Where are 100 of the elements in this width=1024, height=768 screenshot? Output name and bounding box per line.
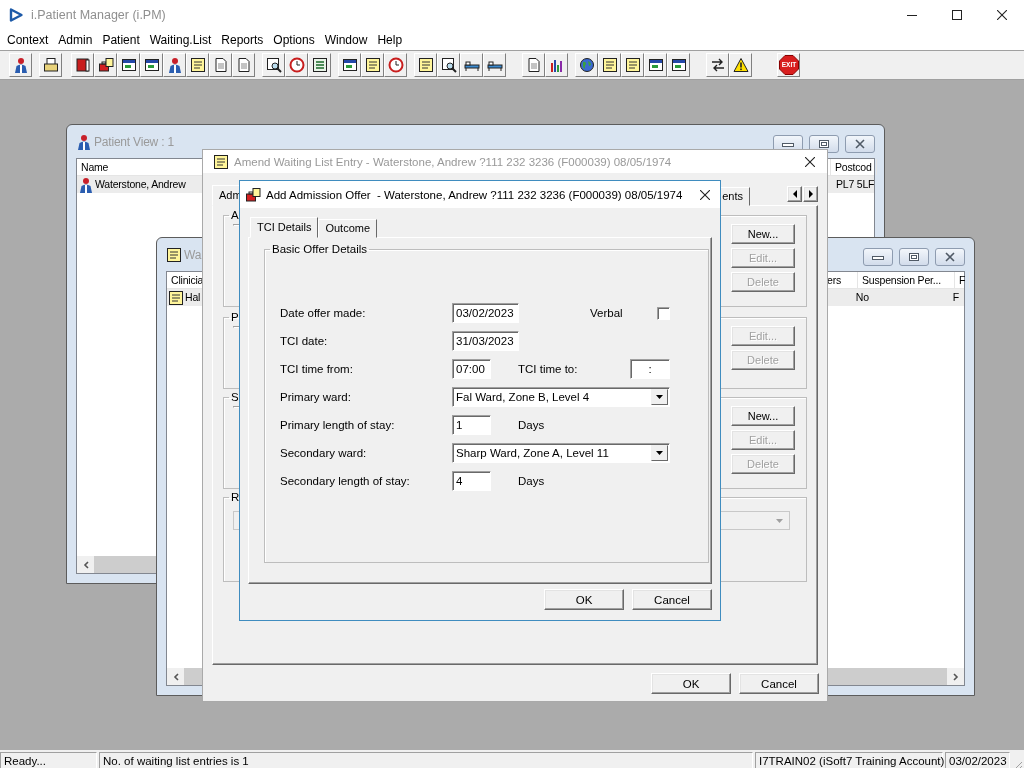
play-icon	[8, 7, 24, 23]
chevron-left-icon	[81, 559, 90, 570]
close-button[interactable]	[845, 135, 875, 153]
toolbar-button[interactable]	[414, 53, 437, 77]
minimize-button[interactable]	[863, 248, 893, 266]
button[interactable]: New...	[731, 406, 795, 426]
person-icon	[76, 133, 92, 150]
dropdown[interactable]: Sharp Ward, Zone A, Level 11	[452, 443, 670, 463]
restore-icon	[907, 252, 921, 262]
magnifier-icon	[265, 57, 282, 73]
button[interactable]: Cancel	[632, 589, 712, 610]
date-field[interactable]: 31/03/2023	[452, 331, 519, 351]
column-header[interactable]: F	[955, 272, 971, 288]
toolbar-button[interactable]	[460, 53, 483, 77]
toolbar-button[interactable]	[437, 53, 460, 77]
toolbar-button[interactable]	[644, 53, 667, 77]
toolbar-button[interactable]	[186, 53, 209, 77]
note-icon	[364, 57, 381, 73]
note-icon	[189, 57, 206, 73]
menu-item[interactable]: Admin	[53, 33, 98, 47]
toolbar-button[interactable]	[575, 53, 598, 77]
toolbar-button[interactable]	[71, 53, 94, 77]
window-title: Add Admission Offer - Waterstone, Andrew ?111 232 3236 (F000039) 08/05/1974	[266, 188, 683, 201]
field-label: Date offer made:	[280, 307, 367, 319]
warning-icon	[732, 57, 749, 73]
menu-item[interactable]: Reports	[216, 33, 269, 47]
toolbar-button[interactable]	[522, 53, 545, 77]
menu-item[interactable]: Help	[372, 33, 408, 47]
restore-button[interactable]	[899, 248, 929, 266]
note-icon	[417, 57, 434, 73]
toolbar-button[interactable]	[262, 53, 285, 77]
toolbar-button[interactable]	[209, 53, 232, 77]
menu-item[interactable]: Options	[268, 33, 320, 47]
chevron-right-icon	[951, 671, 960, 682]
toolbar-button[interactable]	[117, 53, 140, 77]
chevron-left-icon	[171, 671, 180, 682]
restore-icon	[817, 139, 831, 149]
tab[interactable]: TCI Details	[250, 217, 319, 238]
button[interactable]: OK	[544, 589, 624, 610]
checkbox[interactable]	[657, 306, 670, 320]
caret-down-icon	[656, 395, 663, 399]
medical-bag-icon	[245, 186, 261, 203]
time-field[interactable]: 07:00	[452, 359, 491, 379]
toolbar-button[interactable]	[361, 53, 384, 77]
globe-icon	[578, 57, 595, 73]
person-icon	[12, 57, 29, 73]
close-button[interactable]	[935, 248, 965, 266]
close-icon	[853, 139, 867, 149]
toolbar-button[interactable]	[667, 53, 690, 77]
table-cell: No	[855, 291, 869, 303]
input-field[interactable]: 4	[452, 471, 491, 491]
date-field[interactable]: 03/02/2023	[452, 303, 519, 323]
toolbar-button[interactable]	[598, 53, 621, 77]
toolbar-button[interactable]	[39, 53, 62, 77]
window-icon	[670, 57, 687, 73]
input-field[interactable]: 1	[452, 415, 491, 435]
menu-item[interactable]: Window	[319, 33, 373, 47]
toolbar-button[interactable]	[94, 53, 117, 77]
close-icon	[996, 10, 1007, 20]
toolbar-button[interactable]	[729, 53, 752, 77]
status-text: Ready...	[0, 752, 97, 768]
tab-scroll-left-button[interactable]	[787, 186, 802, 202]
toolbar-button[interactable]	[706, 53, 729, 77]
table-cell-text: Hal	[185, 290, 201, 305]
column-header[interactable]: Postcod	[831, 159, 877, 175]
dropdown[interactable]: Fal Ward, Zone B, Level 4	[452, 387, 670, 407]
menu-item[interactable]: Patient	[97, 33, 145, 47]
window-title: Amend Waiting List Entry - Waterstone, Andrew ?111 232 3236 (F000039) 08/05/1974	[234, 155, 672, 168]
document-icon	[235, 57, 252, 73]
clock-icon	[387, 57, 404, 73]
toolbar-button[interactable]	[163, 53, 186, 77]
group-label: S	[230, 391, 240, 403]
toolbar-button[interactable]	[338, 53, 361, 77]
toolbar-button[interactable]	[545, 53, 568, 77]
tab-scroll-right-button[interactable]	[803, 186, 818, 202]
app-title: i.Patient Manager (i.PM)	[31, 8, 166, 22]
toolbar-button[interactable]	[9, 53, 32, 77]
dropdown-value: Sharp Ward, Zone A, Level 11	[456, 447, 609, 459]
button[interactable]: OK	[651, 673, 731, 694]
group-label: A	[230, 209, 240, 221]
toolbar-button[interactable]	[621, 53, 644, 77]
tab[interactable]: Outcome	[318, 219, 378, 238]
person-icon	[166, 57, 183, 73]
menu-item[interactable]: Context	[2, 33, 54, 47]
column-header[interactable]: Suspension Per...	[858, 272, 955, 288]
close-icon	[943, 252, 957, 262]
toolbar-button[interactable]	[308, 53, 331, 77]
toolbar-button[interactable]	[140, 53, 163, 77]
book-icon	[74, 57, 91, 73]
time-field[interactable]: :	[630, 359, 670, 379]
menu-item[interactable]: Waiting.List	[144, 33, 217, 47]
document-icon	[525, 57, 542, 73]
note-icon	[624, 57, 641, 73]
toolbar-button[interactable]	[483, 53, 506, 77]
button[interactable]: New...	[731, 224, 795, 244]
window-icon	[143, 57, 160, 73]
button[interactable]: Cancel	[739, 673, 819, 694]
group-label: P	[230, 311, 240, 323]
toolbar-button[interactable]	[232, 53, 255, 77]
window-icon	[341, 57, 358, 73]
